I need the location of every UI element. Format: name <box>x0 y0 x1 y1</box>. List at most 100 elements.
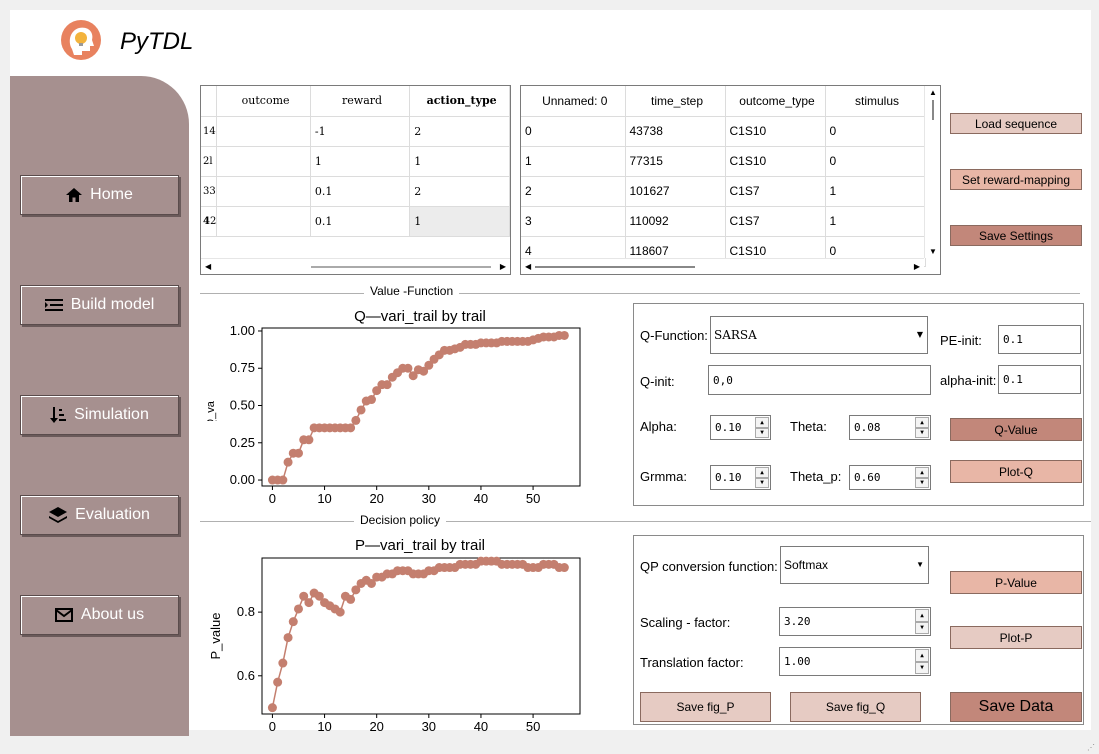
home-icon <box>66 188 83 202</box>
value-function-label: Value -Function <box>364 284 460 298</box>
pe-init-input[interactable]: 0.1 <box>998 325 1081 354</box>
column-header[interactable]: stimulus <box>825 86 926 117</box>
table-row[interactable]: 2l 1 1 <box>201 146 510 177</box>
save-fig-p-button[interactable]: Save fig_P <box>640 692 771 722</box>
table-row[interactable]: 0 43738 C1S10 0 <box>521 116 926 147</box>
column-header[interactable]: reward <box>310 86 411 117</box>
step-down-icon[interactable]: ▼ <box>915 477 929 488</box>
table-cell[interactable]: 0.1 <box>310 206 411 237</box>
alpha-label: Alpha: <box>640 419 677 434</box>
theta-stepper[interactable]: 0.08 ▲ ▼ <box>849 415 931 440</box>
y-tick-label: 0.8 <box>237 604 255 619</box>
table-cell[interactable]: 1 <box>310 146 411 177</box>
table-cell[interactable]: 0.1 <box>310 176 411 207</box>
column-header[interactable]: outcome <box>216 86 311 117</box>
data-point <box>559 330 569 340</box>
scaling-factor-stepper[interactable]: 3.20 ▲ ▼ <box>779 607 931 636</box>
decision-policy-separator <box>200 521 1091 522</box>
q-init-label: Q-init: <box>640 374 675 389</box>
set-reward-mapping-button[interactable]: Set reward-mapping <box>950 169 1082 190</box>
data-point <box>346 594 356 604</box>
table-cell[interactable]: -1 <box>310 116 411 147</box>
save-data-button[interactable]: Save Data <box>950 692 1082 722</box>
column-header[interactable]: action_type <box>409 86 510 117</box>
x-tick-label: 50 <box>526 491 540 503</box>
alpha-init-input[interactable]: 0.1 <box>998 365 1081 394</box>
table-cell[interactable]: 2 <box>409 176 510 207</box>
theta-p-stepper[interactable]: 0.60 ▲ ▼ <box>849 465 931 490</box>
step-up-icon[interactable]: ▲ <box>915 609 929 622</box>
layers-icon <box>49 507 68 523</box>
p-value-button[interactable]: P-Value <box>950 571 1082 594</box>
step-up-icon[interactable]: ▲ <box>915 649 929 662</box>
table-row[interactable]: 42 0.1 1 <box>201 206 510 237</box>
q-function-label: Q-Function: <box>640 328 708 343</box>
step-up-icon[interactable]: ▲ <box>755 467 769 478</box>
q-init-input[interactable]: 0,0 <box>708 365 931 395</box>
step-down-icon[interactable]: ▼ <box>915 661 929 674</box>
nav-build-model-button[interactable]: Build model <box>20 285 179 325</box>
step-down-icon[interactable]: ▼ <box>755 477 769 488</box>
mail-icon <box>54 608 73 622</box>
outcome-table[interactable]: outcome reward action_type 14 -1 2 2l 1 … <box>200 85 511 275</box>
scroll-left-icon[interactable]: ◀ <box>205 262 211 271</box>
horizontal-scrollbar[interactable]: ◀ ▶ <box>521 258 924 274</box>
table-cell[interactable] <box>216 146 311 177</box>
translation-factor-label: Translation factor: <box>640 655 744 670</box>
table-cell[interactable] <box>216 176 311 207</box>
app-logo <box>61 20 101 60</box>
plot-p-button[interactable]: Plot-P <box>950 626 1082 649</box>
sidebar: Home Build model Simulation Evaluation A… <box>10 76 189 736</box>
scroll-left-icon[interactable]: ◀ <box>525 262 531 271</box>
x-tick-label: 30 <box>422 719 436 732</box>
step-down-icon[interactable]: ▼ <box>915 427 929 438</box>
load-sequence-button[interactable]: Load sequence <box>950 113 1082 134</box>
chart-title: Q—vari_trail by trail <box>354 308 486 325</box>
nav-build-model-label: Build model <box>70 296 155 313</box>
plot-q-button[interactable]: Plot-Q <box>950 460 1082 483</box>
table-cell[interactable]: 2 <box>409 116 510 147</box>
alpha-stepper[interactable]: 0.10 ▲ ▼ <box>710 415 771 440</box>
step-up-icon[interactable]: ▲ <box>915 417 929 428</box>
table-cell[interactable] <box>216 116 311 147</box>
step-down-icon[interactable]: ▼ <box>915 621 929 634</box>
qp-conversion-select[interactable]: Softmax ▼ <box>780 546 929 584</box>
q-value-button[interactable]: Q-Value <box>950 418 1082 441</box>
nav-simulation-button[interactable]: Simulation <box>20 395 179 435</box>
scroll-right-icon[interactable]: ▶ <box>500 262 506 271</box>
nav-about-us-button[interactable]: About us <box>20 595 179 635</box>
table-row[interactable]: 33 0.1 2 <box>201 176 510 207</box>
resize-grip-icon[interactable]: ⋰ <box>1087 743 1095 752</box>
step-up-icon[interactable]: ▲ <box>755 417 769 428</box>
column-header[interactable]: Unnamed: 0 <box>521 86 626 117</box>
gamma-stepper[interactable]: 0.10 ▲ ▼ <box>710 465 771 490</box>
data-point <box>288 617 298 627</box>
vertical-scrollbar[interactable]: ▲ ▼ <box>924 86 940 258</box>
scroll-right-icon[interactable]: ▶ <box>914 262 920 271</box>
save-fig-q-button[interactable]: Save fig_Q <box>790 692 921 722</box>
nav-home-button[interactable]: Home <box>20 175 179 215</box>
q-function-select[interactable]: SARSA ▼ <box>710 316 928 354</box>
nav-evaluation-button[interactable]: Evaluation <box>20 495 179 535</box>
scroll-up-icon[interactable]: ▲ <box>929 88 937 97</box>
sequence-table[interactable]: Unnamed: 0 time_step outcome_type stimul… <box>520 85 941 275</box>
horizontal-scrollbar[interactable]: ◀ ▶ <box>201 258 510 274</box>
p-value-chart: P—vari_trail by trail 0 10 20 30 40 500.60.8 … <box>208 537 581 732</box>
table-cell[interactable] <box>216 206 311 237</box>
table-row[interactable]: 14 -1 2 <box>201 116 510 147</box>
data-point <box>278 475 288 485</box>
column-header[interactable]: time_step <box>625 86 726 117</box>
list-icon <box>44 299 63 311</box>
step-down-icon[interactable]: ▼ <box>755 427 769 438</box>
table-row[interactable]: 2 101627 C1S7 1 <box>521 176 926 207</box>
save-settings-button[interactable]: Save Settings <box>950 225 1082 246</box>
step-up-icon[interactable]: ▲ <box>915 467 929 478</box>
scroll-down-icon[interactable]: ▼ <box>929 247 937 256</box>
table-row[interactable]: 3 110092 C1S7 1 <box>521 206 926 237</box>
table-cell[interactable]: 1 <box>409 206 510 237</box>
table-cell[interactable]: 1 <box>409 146 510 177</box>
nav-evaluation-label: Evaluation <box>75 506 150 523</box>
column-header[interactable]: outcome_type <box>725 86 826 117</box>
table-row[interactable]: 1 77315 C1S10 0 <box>521 146 926 177</box>
translation-factor-stepper[interactable]: 1.00 ▲ ▼ <box>779 647 931 676</box>
